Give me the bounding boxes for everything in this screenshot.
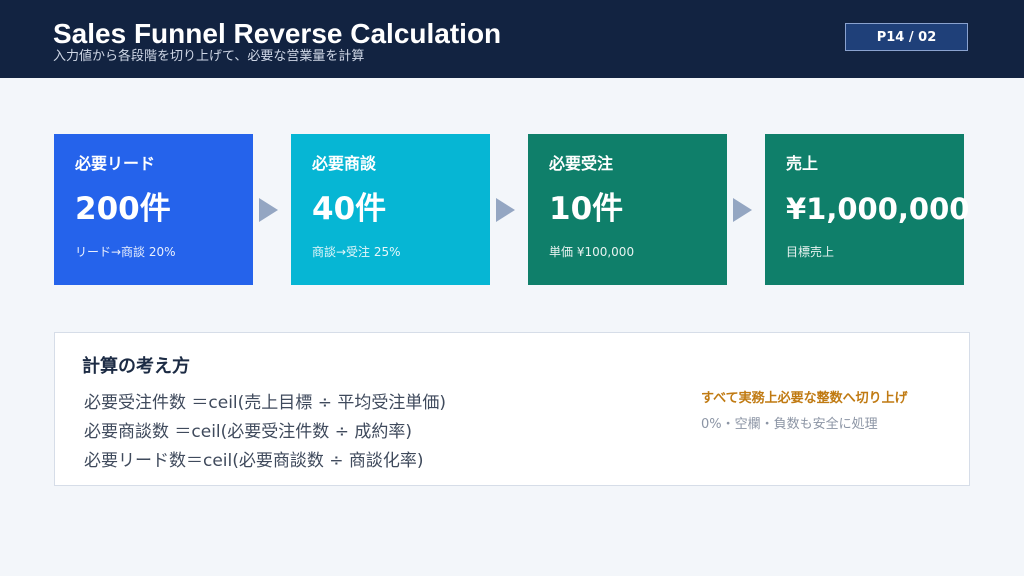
card-note: リード→商談 20% bbox=[75, 245, 176, 259]
page-title: Sales Funnel Reverse Calculation bbox=[53, 18, 502, 49]
calculation-panel: 計算の考え方 必要受注件数 ＝ceil(売上目標 ÷ 平均受注単価) 必要商談数… bbox=[54, 332, 970, 486]
card-note: 目標売上 bbox=[786, 245, 835, 259]
page-subtitle: 入力値から各段階を切り上げて、必要な営業量を計算 bbox=[53, 49, 365, 64]
triangle-right-icon bbox=[496, 198, 515, 222]
panel-title: 計算の考え方 bbox=[82, 356, 190, 377]
card-value: 200件 bbox=[75, 191, 171, 227]
card-label: 必要受注 bbox=[549, 154, 614, 173]
card-note: 商談→受注 25% bbox=[312, 245, 401, 259]
formula-orders: 必要受注件数 ＝ceil(売上目標 ÷ 平均受注単価) bbox=[84, 393, 446, 413]
funnel-card-deals: 必要商談 40件 商談→受注 25% bbox=[291, 134, 490, 285]
card-label: 売上 bbox=[786, 154, 819, 173]
triangle-right-icon bbox=[259, 198, 278, 222]
page-indicator-badge[interactable]: P14 / 02 bbox=[845, 23, 968, 51]
funnel-card-orders: 必要受注 10件 単価 ¥100,000 bbox=[528, 134, 727, 285]
formula-deals: 必要商談数 ＝ceil(必要受注件数 ÷ 成約率) bbox=[84, 422, 412, 442]
card-value: 10件 bbox=[549, 191, 624, 227]
card-label: 必要リード bbox=[75, 154, 156, 173]
header-bar: Sales Funnel Reverse Calculation 入力値から各段… bbox=[0, 0, 1024, 78]
card-value: 40件 bbox=[312, 191, 387, 227]
safety-note: 0%・空欄・負数も安全に処理 bbox=[701, 417, 878, 432]
funnel-card-leads: 必要リード 200件 リード→商談 20% bbox=[54, 134, 253, 285]
card-value: ¥1,000,000 bbox=[786, 192, 970, 226]
triangle-right-icon bbox=[733, 198, 752, 222]
formula-leads: 必要リード数＝ceil(必要商談数 ÷ 商談化率) bbox=[84, 451, 424, 471]
funnel-card-sales: 売上 ¥1,000,000 目標売上 bbox=[765, 134, 969, 285]
card-note: 単価 ¥100,000 bbox=[549, 245, 635, 259]
rounding-note: すべて実務上必要な整数へ切り上げ bbox=[701, 391, 908, 406]
card-label: 必要商談 bbox=[312, 154, 377, 173]
